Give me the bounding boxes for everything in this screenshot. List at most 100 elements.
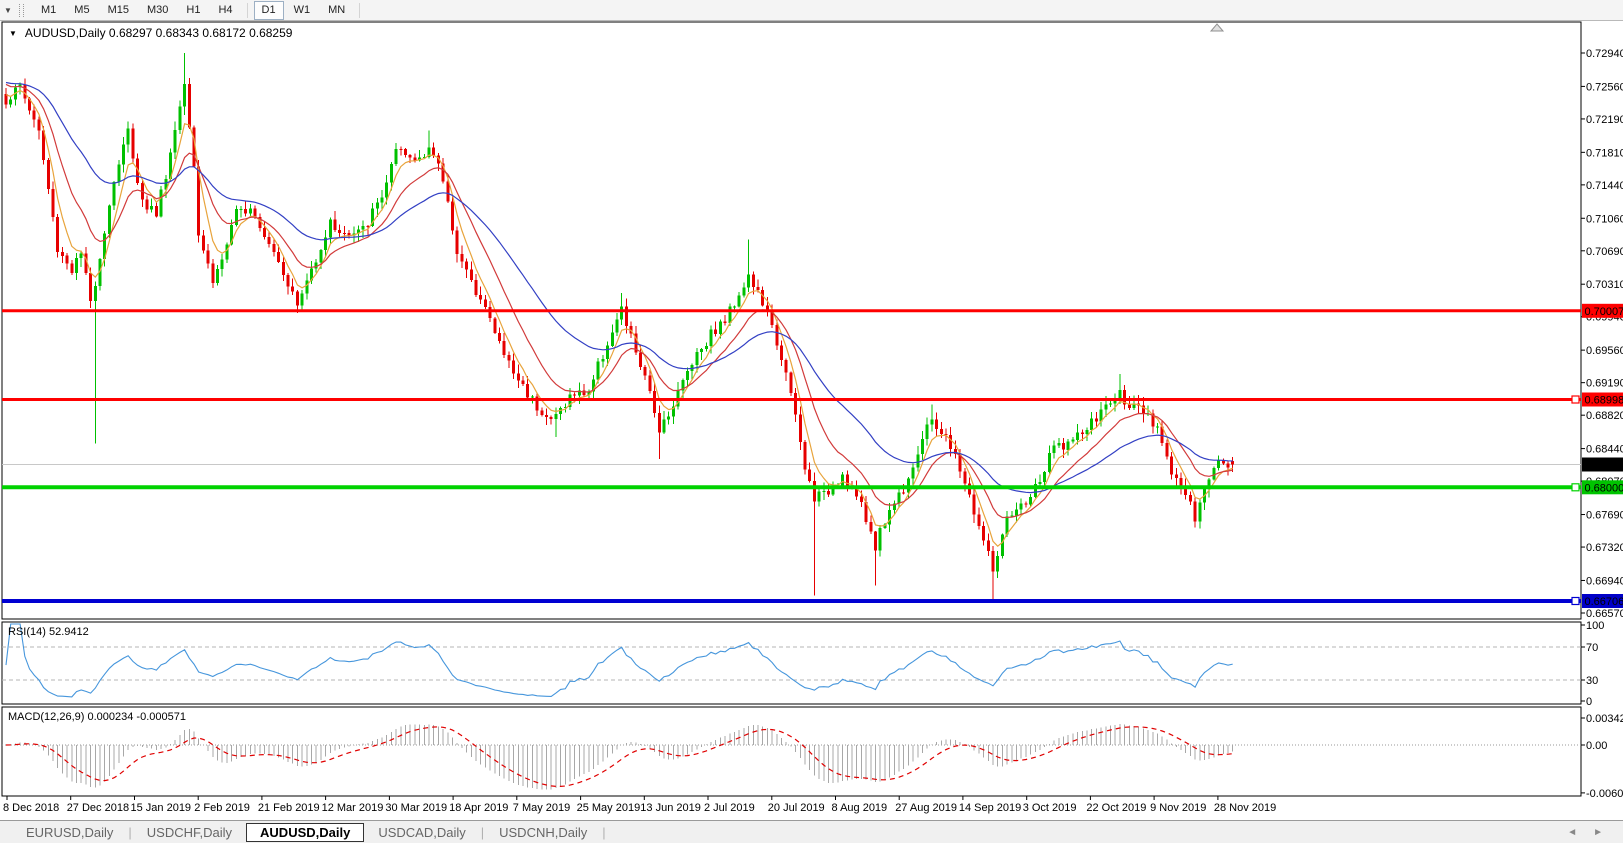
tab-separator: | (481, 825, 484, 840)
toolbar-grip[interactable] (19, 4, 24, 17)
date-tick-label: 2 Feb 2019 (194, 802, 250, 814)
chart-tabs: EURUSD,Daily|USDCHF,DailyAUDUSD,DailyUSD… (12, 823, 607, 842)
tabs-scroll-left-icon[interactable]: ◄ (1567, 827, 1577, 838)
panel-frames (2, 22, 1581, 796)
macd-signal-line (6, 727, 1233, 787)
date-tick-label: 8 Aug 2019 (832, 802, 888, 814)
line-handle[interactable] (1572, 598, 1579, 605)
price-axis[interactable]: 0.729400.725600.721900.718100.714400.710… (1581, 48, 1623, 800)
ema-slow-line (6, 83, 1233, 493)
timeframe-button-m30[interactable]: M30 (139, 1, 176, 20)
date-tick-label: 27 Dec 2018 (67, 802, 129, 814)
line-handle[interactable] (1572, 484, 1579, 491)
macd-tick-label: 0.003421 (1586, 713, 1623, 725)
date-tick-label: 25 May 2019 (577, 802, 641, 814)
indicator-labels: RSI(14) 52.9412 MACD(12,26,9) 0.000234 -0… (8, 626, 186, 723)
price-badge-label: 0.68000 (1585, 482, 1623, 494)
mt4-window: ▼ M1M5M15M30H1H4 D1W1MN ▼ AUDUSD,Daily 0.… (0, 0, 1623, 843)
price-tick-label: 0.72560 (1586, 81, 1623, 93)
chart-shift-marker-icon[interactable] (1211, 24, 1223, 31)
level-lines (2, 311, 1581, 605)
date-tick-label: 30 Mar 2019 (385, 802, 447, 814)
price-tick-label: 0.67690 (1586, 510, 1623, 522)
date-tick-label: 18 Apr 2019 (449, 802, 508, 814)
price-tick-label: 0.66570 (1586, 608, 1623, 620)
macd-panel (2, 724, 1581, 790)
price-tick-label: 0.67320 (1586, 542, 1623, 554)
ema-fast-line (6, 90, 1233, 546)
rsi-tick-label: 0 (1586, 696, 1592, 708)
macd-tick-label: 0.00 (1586, 740, 1607, 752)
tab-audusd[interactable]: AUDUSD,Daily (246, 823, 364, 842)
chart-title: ▼ AUDUSD,Daily 0.68297 0.68343 0.68172 0… (9, 26, 292, 40)
tab-separator: | (128, 825, 131, 840)
moving-averages (6, 83, 1233, 547)
tabs-scroll-right-icon[interactable]: ► (1593, 827, 1603, 838)
date-tick-label: 14 Sep 2019 (959, 802, 1021, 814)
toolbar-dropdown-icon[interactable]: ▼ (0, 6, 16, 15)
date-tick-label: 28 Nov 2019 (1214, 802, 1276, 814)
timeframe-buttons: M1M5M15M30H1H4 D1W1MN (32, 0, 365, 20)
timeframe-button-w1[interactable]: W1 (286, 1, 319, 20)
toolbar-separator (247, 3, 248, 18)
date-tick-label: 13 Jun 2019 (640, 802, 701, 814)
rsi-tick-label: 70 (1586, 642, 1598, 654)
chart-tab-bar: EURUSD,Daily|USDCHF,DailyAUDUSD,DailyUSD… (0, 820, 1623, 843)
date-tick-label: 3 Oct 2019 (1023, 802, 1077, 814)
timeframe-button-h4[interactable]: H4 (210, 1, 240, 20)
rsi-panel (2, 624, 1581, 697)
macd-histogram (6, 724, 1233, 790)
toolbar-separator (359, 3, 360, 18)
tab-eurusd[interactable]: EURUSD,Daily (12, 823, 127, 842)
date-tick-label: 21 Feb 2019 (258, 802, 320, 814)
tab-usdcnh[interactable]: USDCNH,Daily (485, 823, 601, 842)
tab-usdchf[interactable]: USDCHF,Daily (133, 823, 246, 842)
tab-separator: | (602, 825, 605, 840)
timeframe-button-d1[interactable]: D1 (254, 1, 284, 20)
price-tick-label: 0.66940 (1586, 576, 1623, 588)
rsi-tick-label: 30 (1586, 675, 1598, 687)
timeframe-button-m5[interactable]: M5 (66, 1, 97, 20)
line-handle[interactable] (1572, 396, 1579, 403)
macd-tick-label: -0.006069 (1586, 788, 1623, 800)
price-tick-label: 0.70690 (1586, 246, 1623, 258)
timeframe-button-h1[interactable]: H1 (178, 1, 208, 20)
price-tick-label: 0.69560 (1586, 345, 1623, 357)
price-tick-label: 0.71440 (1586, 180, 1623, 192)
date-tick-label: 8 Dec 2018 (3, 802, 59, 814)
rsi-label: RSI(14) 52.9412 (8, 626, 89, 638)
date-tick-label: 2 Jul 2019 (704, 802, 755, 814)
timeframe-toolbar: ▼ M1M5M15M30H1H4 D1W1MN (0, 0, 1623, 21)
collapse-triangle-icon[interactable]: ▼ (9, 29, 17, 38)
price-tick-label: 0.69190 (1586, 378, 1623, 390)
timeframe-button-m15[interactable]: M15 (100, 1, 137, 20)
macd-label: MACD(12,26,9) 0.000234 -0.000571 (8, 711, 186, 723)
price-badge-label: 0.66706 (1585, 596, 1623, 608)
price-tick-label: 0.70310 (1586, 279, 1623, 291)
date-tick-label: 20 Jul 2019 (768, 802, 825, 814)
price-tick-label: 0.68820 (1586, 410, 1623, 422)
date-tick-label: 22 Oct 2019 (1086, 802, 1146, 814)
candlesticks (5, 53, 1235, 601)
date-tick-label: 15 Jan 2019 (131, 802, 192, 814)
date-tick-label: 9 Nov 2019 (1150, 802, 1206, 814)
tab-scrollbar: ◄ ► (1567, 827, 1603, 838)
price-tick-label: 0.71810 (1586, 147, 1623, 159)
tab-usdcad[interactable]: USDCAD,Daily (364, 823, 479, 842)
date-tick-label: 27 Aug 2019 (895, 802, 957, 814)
chart-canvas: 0.729400.725600.721900.718100.714400.710… (0, 0, 1623, 843)
date-axis[interactable]: 8 Dec 2018 27 Dec 201815 Jan 20192 Feb 20… (3, 796, 1276, 814)
price-badge-label: 0.68998 (1585, 395, 1623, 407)
price-tick-label: 0.68440 (1586, 444, 1623, 456)
timeframe-button-mn[interactable]: MN (320, 1, 353, 20)
price-badge-label: 0.68259 (1585, 460, 1623, 472)
price-tick-label: 0.71060 (1586, 213, 1623, 225)
price-badge-label: 0.70007 (1585, 306, 1623, 318)
rsi-line (6, 624, 1233, 697)
rsi-tick-label: 100 (1586, 620, 1604, 632)
price-tick-label: 0.72190 (1586, 114, 1623, 126)
timeframe-button-m1[interactable]: M1 (33, 1, 64, 20)
date-tick-label: 12 Mar 2019 (322, 802, 384, 814)
ema-mid-line (6, 84, 1233, 517)
chart-title-text: AUDUSD,Daily 0.68297 0.68343 0.68172 0.6… (25, 26, 293, 40)
